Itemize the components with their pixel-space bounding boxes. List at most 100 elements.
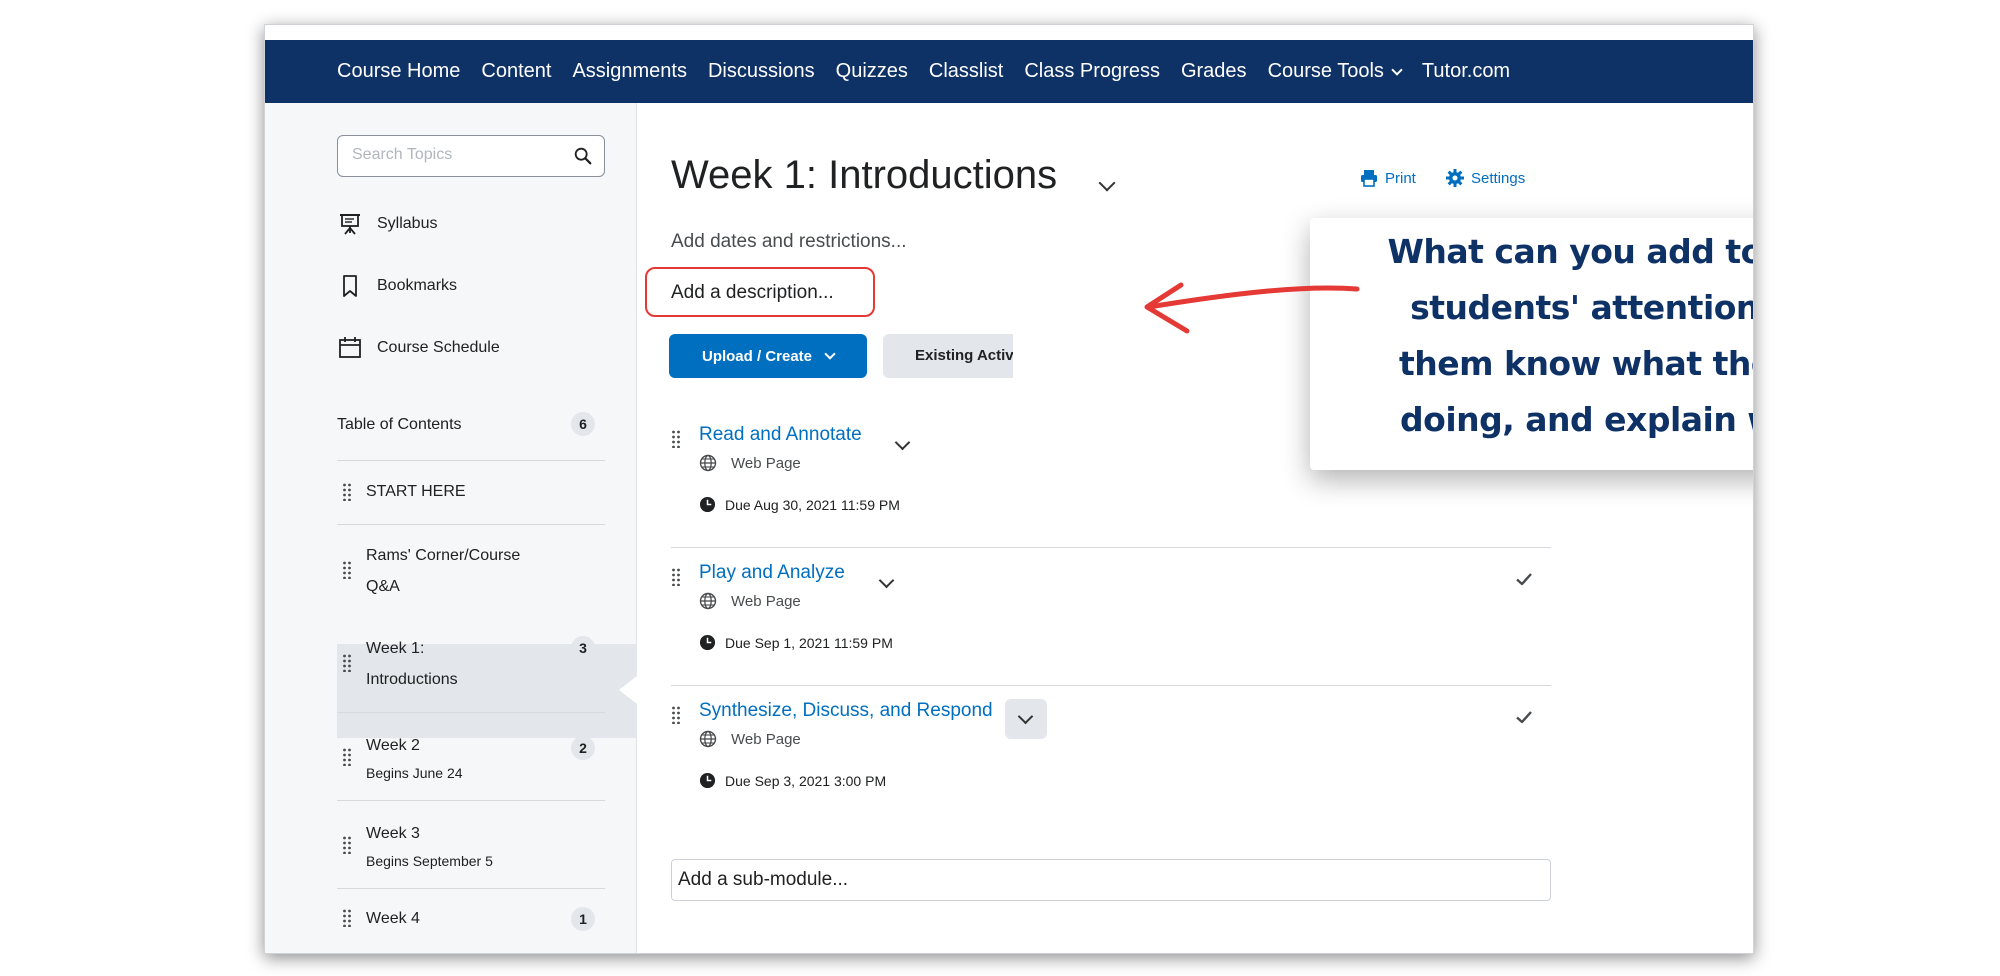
settings-label: Settings	[1471, 169, 1526, 187]
add-dates-link[interactable]: Add dates and restrictions...	[671, 231, 907, 253]
chevron-down-icon[interactable]	[894, 434, 911, 451]
toc-item-label: Week 1:	[366, 640, 425, 657]
nav-course-home[interactable]: Course Home	[337, 60, 460, 83]
chevron-down-icon[interactable]	[1098, 174, 1116, 192]
add-description-link[interactable]: Add a description...	[671, 282, 834, 304]
print-label: Print	[1385, 169, 1416, 187]
nav-quizzes[interactable]: Quizzes	[836, 60, 908, 83]
drag-handle-icon[interactable]	[342, 748, 352, 766]
globe-icon	[699, 454, 717, 472]
nav-class-progress[interactable]: Class Progress	[1024, 60, 1160, 83]
activity-type: Web Page	[699, 592, 801, 610]
toc-count-badge: 6	[571, 412, 595, 436]
callout-line: doing, and explain why?	[1400, 400, 1753, 439]
activity-due: Due Sep 3, 2021 3:00 PM	[699, 772, 886, 789]
toc-item-label: Week 4	[366, 910, 420, 927]
toc-item-week-3[interactable]: Week 3 Begins September 5	[337, 800, 605, 888]
toc-item-count-badge: 3	[571, 636, 595, 660]
nav-discussions[interactable]: Discussions	[708, 60, 815, 83]
toc-item-week-4[interactable]: Week 4 1	[337, 888, 605, 953]
toc-item-week-2[interactable]: Week 2 Begins June 24 2	[337, 712, 605, 800]
globe-icon	[699, 592, 717, 610]
activity-title[interactable]: Play and Analyze	[699, 562, 845, 584]
checkmark-icon	[1516, 573, 1532, 586]
drag-handle-icon[interactable]	[342, 654, 352, 672]
course-navbar: Course Home Content Assignments Discussi…	[265, 40, 1753, 103]
existing-activities-button[interactable]: Existing Activities	[883, 334, 1013, 378]
toc-item-count-badge: 1	[571, 907, 595, 931]
activity-type-label: Web Page	[731, 730, 801, 748]
activity-type: Web Page	[699, 730, 801, 748]
search-box	[337, 135, 605, 177]
nav-course-tools[interactable]: Course Tools	[1268, 60, 1403, 83]
toc-item-count-badge: 2	[571, 736, 595, 760]
drag-handle-icon[interactable]	[671, 430, 681, 448]
drag-handle-icon[interactable]	[671, 706, 681, 724]
toc-item-start-here[interactable]: START HERE	[337, 460, 605, 524]
activity-type-label: Web Page	[731, 454, 801, 472]
bookmark-icon	[343, 275, 357, 297]
upload-create-button[interactable]: Upload / Create	[669, 334, 867, 378]
toc-item-label: START HERE	[366, 483, 466, 500]
activity-divider	[671, 685, 1551, 686]
nav-content[interactable]: Content	[481, 60, 551, 83]
toc-selected-notch	[619, 676, 637, 704]
drag-handle-icon[interactable]	[342, 483, 352, 501]
callout-line: students' attention, let	[1410, 288, 1754, 327]
toc-item-rams-corner[interactable]: Rams' Corner/Course Q&A	[337, 524, 605, 618]
screenshot-frame: Course Home Content Assignments Discussi…	[264, 24, 1754, 954]
activity-type-label: Web Page	[731, 592, 801, 610]
settings-link[interactable]: Settings	[1445, 168, 1525, 188]
nav-tutor[interactable]: Tutor.com	[1422, 60, 1510, 83]
toc-item-sub: Begins June 24	[366, 765, 463, 781]
chevron-down-icon	[1391, 63, 1403, 76]
course-schedule-label: Course Schedule	[377, 339, 500, 356]
callout-line: them know what they're	[1398, 344, 1753, 383]
toc-item-label-line2: Introductions	[366, 671, 458, 688]
activity-type: Web Page	[699, 454, 801, 472]
add-submodule-input[interactable]: Add a sub-module...	[671, 859, 1551, 901]
activity-title[interactable]: Read and Annotate	[699, 424, 862, 446]
chevron-down-icon[interactable]	[878, 572, 895, 589]
page-title: Week 1: Introductions	[671, 153, 1058, 197]
drag-handle-icon[interactable]	[342, 561, 352, 579]
search-input[interactable]	[352, 146, 562, 164]
nav-classlist[interactable]: Classlist	[929, 60, 1003, 83]
toc-item-label: Week 2	[366, 737, 420, 754]
printer-icon	[1361, 170, 1377, 187]
toc-item-label: Rams' Corner/Course	[366, 547, 521, 564]
annotation-callout: What can you add to gain students' atten…	[1310, 218, 1754, 470]
toc-item-label-line2: Q&A	[366, 578, 400, 595]
print-link[interactable]: Print	[1359, 168, 1416, 188]
clock-icon	[699, 496, 716, 513]
bookmarks-link[interactable]: Bookmarks	[337, 273, 457, 299]
calendar-icon	[339, 337, 361, 358]
existing-activities-label: Existing Activities	[915, 347, 1013, 364]
drag-handle-icon[interactable]	[671, 568, 681, 586]
drag-handle-icon[interactable]	[342, 909, 352, 927]
checkmark-icon	[1516, 711, 1532, 724]
syllabus-link[interactable]: Syllabus	[337, 211, 437, 237]
drag-handle-icon[interactable]	[342, 836, 352, 854]
activity-due-label: Due Aug 30, 2021 11:59 PM	[725, 496, 900, 513]
nav-assignments[interactable]: Assignments	[572, 60, 687, 83]
activity-due: Due Sep 1, 2021 11:59 PM	[699, 634, 893, 651]
presentation-icon	[340, 214, 360, 235]
activity-title[interactable]: Synthesize, Discuss, and Respond	[699, 700, 993, 722]
chevron-down-icon	[824, 348, 836, 360]
globe-icon	[699, 730, 717, 748]
callout-line: What can you add to gain	[1387, 232, 1753, 271]
course-schedule-link[interactable]: Course Schedule	[337, 335, 500, 361]
search-icon[interactable]	[572, 145, 594, 167]
nav-grades[interactable]: Grades	[1181, 60, 1247, 83]
clock-icon	[699, 634, 716, 651]
toc-item-week-1[interactable]: Week 1: Introductions 3	[337, 618, 605, 712]
activity-due: Due Aug 30, 2021 11:59 PM	[699, 496, 900, 513]
activity-due-label: Due Sep 3, 2021 3:00 PM	[725, 772, 887, 789]
toc-item-sub: Begins September 5	[366, 853, 493, 869]
activity-due-label: Due Sep 1, 2021 11:59 PM	[725, 634, 893, 651]
sidebar: Syllabus Bookmarks Course Schedule Table…	[265, 103, 637, 953]
upload-create-label: Upload / Create	[701, 347, 813, 365]
clock-icon	[699, 772, 716, 789]
bookmarks-label: Bookmarks	[377, 277, 458, 294]
